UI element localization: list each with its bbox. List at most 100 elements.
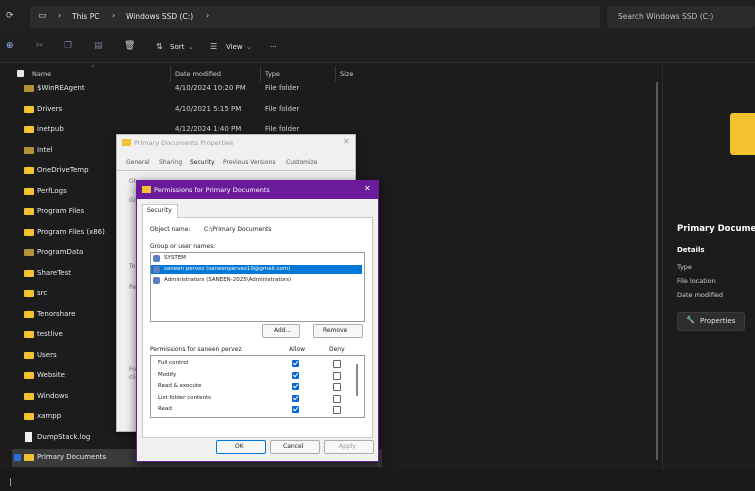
cancel-button-label[interactable]: Cancel [283,443,303,450]
file-name: Primary Documents [37,453,107,461]
permission-row: Read & execute [158,382,358,392]
allow-checkbox[interactable] [292,394,299,402]
view-button[interactable]: View [226,43,243,51]
sort-up-icon: ^ [90,64,96,72]
deny-checkbox[interactable] [333,394,341,403]
folder-preview-icon [730,113,755,155]
file-name: Website [37,371,65,379]
file-name: Intel [37,145,53,154]
cut-icon[interactable]: ✂ [36,41,44,51]
file-date: 4/12/2024 1:40 PM [175,125,242,133]
file-date: 4/10/2021 5:15 PM [175,104,242,113]
chevron-down-icon: ⌄ [246,43,252,51]
wrench-icon: 🔧 [686,316,695,324]
sort-icon[interactable]: ⇅ [156,42,163,51]
column-size[interactable]: Size [340,70,353,78]
file-name: $WinREAgent [37,84,85,92]
column-date[interactable]: Date modified [175,70,221,78]
user-group-icon [153,266,160,273]
file-name: ShareTest [37,268,71,277]
group-name: saneen pervez (saneenpervez19@gmail.com) [164,266,291,272]
deny-checkbox[interactable] [333,371,341,380]
file-name: Drivers [37,104,63,113]
deny-checkbox[interactable] [333,406,341,414]
details-heading: Details [677,246,705,254]
tab-previous-versions[interactable]: Previous Versions [223,159,275,166]
view-icon[interactable]: ☰ [210,42,217,51]
vertical-scrollbar[interactable] [656,82,658,460]
group-item[interactable]: Administrators (SANEEN-2025\Administrato… [151,276,362,285]
file-name: Tenorshare [37,309,76,318]
close-icon[interactable]: ✕ [343,137,350,146]
ok-button-label[interactable]: OK [235,443,244,450]
allow-checkbox[interactable] [292,383,299,390]
file-name: src [37,289,48,297]
file-name: DumpStack.log [37,432,91,441]
row-checkbox[interactable] [14,454,21,461]
breadcrumb-this-pc[interactable]: This PC [72,12,99,21]
delete-icon[interactable]: 🗑 [124,41,135,51]
tab-security-label[interactable]: Security [147,207,172,214]
folder-icon [24,310,34,318]
apply-button-label[interactable]: Apply [339,443,356,450]
chevron-right-icon: › [58,11,62,20]
file-type: File folder [265,125,300,133]
refresh-icon[interactable]: ⟳ [6,11,14,21]
object-name-label: Object name: [150,226,191,233]
status-indicator [10,478,11,486]
user-group-icon [153,277,160,284]
address-box[interactable] [30,6,600,28]
deny-checkbox[interactable] [333,360,341,368]
file-row[interactable]: Drivers 4/10/2021 5:15 PM File folder [12,101,382,119]
allow-checkbox[interactable] [292,371,299,379]
allow-checkbox[interactable] [292,406,299,413]
permission-row: Read [158,405,358,415]
breadcrumb-drive[interactable]: Windows SSD (C:) [126,12,193,21]
remove-button-label[interactable]: Remove [323,327,347,334]
folder-icon [24,146,34,154]
chevron-right-icon[interactable]: › [206,11,209,20]
new-icon[interactable]: ⊕ [6,41,14,51]
properties-fragment: To [129,263,136,270]
file-name: xampp [37,412,62,420]
column-type[interactable]: Type [265,70,280,78]
group-item[interactable]: saneen pervez (saneenpervez19@gmail.com) [151,265,362,274]
add-button-label[interactable]: Add... [274,327,291,334]
details-label-date: Date modified [677,291,724,299]
folder-icon [24,228,34,236]
details-pane-divider [662,62,663,482]
properties-fragment: Fo [129,366,136,373]
permissions-scrollbar[interactable] [356,364,358,396]
folder-icon [24,290,34,297]
chevron-down-icon: ⌄ [188,43,194,51]
paste-icon[interactable]: ▤ [94,41,103,51]
tab-security[interactable]: Security [190,159,215,166]
tab-customize[interactable]: Customize [286,159,318,166]
close-icon[interactable]: ✕ [364,184,371,193]
folder-icon [142,186,151,193]
properties-button-label[interactable]: Properties [700,317,735,325]
folder-icon [24,331,34,338]
tab-general[interactable]: General [126,159,150,166]
copy-icon[interactable]: ❐ [64,41,72,51]
file-name: Windows [37,391,69,400]
folder-icon [24,249,34,256]
deny-checkbox[interactable] [333,383,341,391]
file-name: ProgramData [37,248,84,256]
tab-sharing[interactable]: Sharing [159,159,182,166]
search-input[interactable]: Search Windows SSD (C:) [618,12,713,21]
allow-checkbox[interactable] [292,360,299,367]
this-pc-icon[interactable]: ▭ [38,11,47,21]
permission-name: Read & execute [158,383,202,389]
allow-label: Allow [289,346,306,353]
folder-icon [122,139,131,146]
select-all-checkbox[interactable] [17,70,24,77]
permission-name: Read [158,406,172,412]
folder-icon [24,126,34,133]
file-row[interactable]: $WinREAgent 4/10/2024 10:20 PM File folder [12,80,382,98]
details-title: Primary Documents [677,224,755,234]
more-button[interactable]: ··· [270,43,277,51]
column-name[interactable]: Name [32,70,51,78]
group-item[interactable]: SYSTEM [151,254,362,263]
sort-button[interactable]: Sort [170,43,184,51]
